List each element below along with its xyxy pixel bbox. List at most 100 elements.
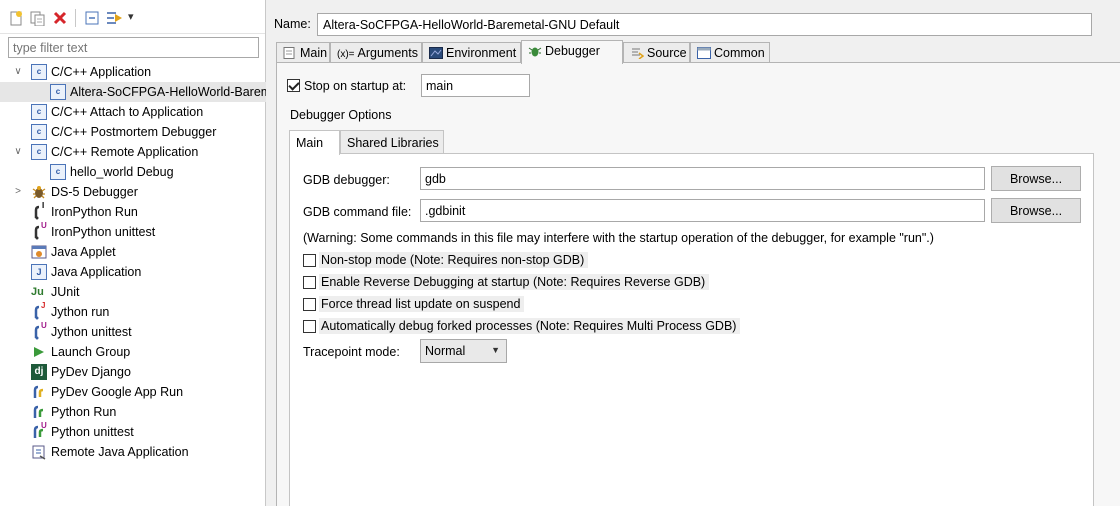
- force-thread-update-checkbox[interactable]: [303, 298, 316, 311]
- tab-debugger[interactable]: Debugger: [521, 40, 623, 64]
- tracepoint-mode-label: Tracepoint mode:: [303, 345, 400, 359]
- superscript-i: I: [42, 202, 45, 210]
- ironpython-icon: I: [31, 202, 47, 220]
- tab-common[interactable]: Common: [690, 42, 770, 63]
- tree-item-python-run[interactable]: Python Run: [0, 402, 266, 422]
- new-config-icon[interactable]: [8, 10, 24, 26]
- delete-icon[interactable]: [52, 10, 68, 26]
- stop-on-startup-label: Stop on startup at:: [304, 79, 407, 93]
- python-icon: [31, 404, 47, 420]
- launch-config-editor: Name: Main (x)=Arguments Environment Deb…: [267, 0, 1120, 506]
- launch-config-tree: ∨ c C/C++ Application c Altera-SoCFPGA-H…: [0, 62, 266, 462]
- tree-item-label: C/C++ Attach to Application: [51, 105, 204, 119]
- view-menu-chevron-icon[interactable]: ▾: [128, 10, 134, 23]
- tree-item-cpp-postmortem[interactable]: c C/C++ Postmortem Debugger: [0, 122, 266, 142]
- tree-item-python-unittest[interactable]: U Python unittest: [0, 422, 266, 442]
- django-icon: dj: [31, 364, 47, 380]
- tree-item-ds5-debugger[interactable]: > DS-5 Debugger: [0, 182, 266, 202]
- tree-item-label: PyDev Google App Run: [51, 385, 184, 399]
- bug-icon: [31, 184, 47, 200]
- tree-item-label: Python Run: [51, 405, 117, 419]
- tab-main[interactable]: Main: [276, 42, 330, 63]
- tab-arguments[interactable]: (x)= Arguments: [330, 42, 422, 63]
- python-unittest-icon: U: [31, 422, 47, 440]
- tree-item-java-applet[interactable]: Java Applet: [0, 242, 266, 262]
- inner-tab-shared-libraries[interactable]: Shared Libraries: [340, 130, 444, 154]
- reverse-debugging-checkbox[interactable]: [303, 276, 316, 289]
- c-icon: c: [31, 104, 47, 120]
- toolbar-separator: [75, 9, 76, 27]
- tree-item-java-application[interactable]: J Java Application: [0, 262, 266, 282]
- tree-item-label: JUnit: [51, 285, 80, 299]
- tree-item-label: hello_world Debug: [70, 165, 174, 179]
- c-icon: c: [31, 124, 47, 140]
- arguments-icon: (x)=: [337, 49, 355, 60]
- inner-tab-main[interactable]: Main: [289, 130, 340, 155]
- tab-label: Arguments: [357, 46, 418, 60]
- tree-item-jython-unittest[interactable]: U Jython unittest: [0, 322, 266, 342]
- tree-item-ironpython-unittest[interactable]: U IronPython unittest: [0, 222, 266, 242]
- debug-forked-processes-checkbox[interactable]: [303, 320, 316, 333]
- environment-icon: [429, 47, 443, 59]
- force-thread-update-label: Force thread list update on suspend: [319, 296, 525, 312]
- duplicate-icon[interactable]: [29, 10, 45, 27]
- tab-label: Source: [647, 46, 687, 60]
- config-name-input[interactable]: [317, 13, 1092, 36]
- tree-item-junit[interactable]: Ju JUnit: [0, 282, 266, 302]
- debugger-icon: [528, 45, 542, 57]
- tab-label: Main: [300, 46, 328, 60]
- tree-item-label: C/C++ Remote Application: [51, 145, 199, 159]
- collapsed-chevron-icon[interactable]: >: [12, 185, 24, 199]
- tree-item-label: DS-5 Debugger: [51, 185, 138, 199]
- tree-item-pydev-google-app[interactable]: PyDev Google App Run: [0, 382, 266, 402]
- stop-on-startup-checkbox[interactable]: [287, 79, 300, 92]
- superscript-u: U: [41, 422, 47, 430]
- tab-environment[interactable]: Environment: [422, 42, 521, 63]
- superscript-u: U: [41, 322, 47, 330]
- common-icon: [697, 47, 711, 59]
- config-tabs: Main (x)= Arguments Environment Debugger …: [276, 40, 1120, 64]
- jython-unittest-icon: U: [31, 322, 47, 340]
- gdb-command-file-browse-button[interactable]: Browse...: [991, 198, 1081, 223]
- stop-on-startup-input[interactable]: [421, 74, 530, 97]
- c-icon: c: [50, 164, 66, 180]
- gdb-command-file-input[interactable]: [420, 199, 985, 222]
- tree-item-ironpython-run[interactable]: I IronPython Run: [0, 202, 266, 222]
- tree-item-label: Python unittest: [51, 425, 134, 439]
- tracepoint-mode-value: Normal: [425, 344, 466, 358]
- expand-chevron-icon[interactable]: ∨: [12, 145, 24, 159]
- tree-item-launch-group[interactable]: Launch Group: [0, 342, 266, 362]
- tree-item-cpp-attach[interactable]: c C/C++ Attach to Application: [0, 102, 266, 122]
- gdb-command-file-label: GDB command file:: [303, 205, 412, 219]
- tracepoint-mode-select[interactable]: Normal ▼: [420, 339, 507, 363]
- collapse-all-icon[interactable]: [84, 10, 100, 26]
- tree-item-cpp-remote[interactable]: ∨ c C/C++ Remote Application: [0, 142, 266, 162]
- launch-config-sidebar: ▾ ∨ c C/C++ Application c Altera-SoCFPGA…: [0, 0, 266, 506]
- debug-forked-processes-label: Automatically debug forked processes (No…: [319, 318, 741, 334]
- non-stop-mode-label: Non-stop mode (Note: Requires non-stop G…: [319, 252, 589, 268]
- superscript-j: J: [41, 302, 46, 310]
- tree-item-hello-world-debug[interactable]: c hello_world Debug: [0, 162, 266, 182]
- gdb-debugger-browse-button[interactable]: Browse...: [991, 166, 1081, 191]
- gdb-debugger-label: GDB debugger:: [303, 173, 390, 187]
- ironpython-unittest-icon: U: [31, 222, 47, 240]
- tree-item-cpp-application[interactable]: ∨ c C/C++ Application: [0, 62, 266, 82]
- superscript-u: U: [41, 222, 47, 230]
- reverse-debugging-label: Enable Reverse Debugging at startup (Not…: [319, 274, 710, 290]
- tree-item-jython-run[interactable]: J Jython run: [0, 302, 266, 322]
- tree-item-altera-hello-world[interactable]: c Altera-SoCFPGA-HelloWorld-Baremetal-GN…: [0, 82, 266, 102]
- tab-label: Common: [714, 46, 765, 60]
- tab-label: Environment: [446, 46, 517, 60]
- non-stop-mode-checkbox[interactable]: [303, 254, 316, 267]
- main-tab-icon: [283, 47, 297, 59]
- expand-chevron-icon[interactable]: ∨: [12, 65, 24, 79]
- launch-group-icon: [31, 344, 47, 360]
- gdb-debugger-input[interactable]: [420, 167, 985, 190]
- tree-item-label: Altera-SoCFPGA-HelloWorld-Baremetal-GNU …: [70, 85, 266, 99]
- tree-item-remote-java[interactable]: Remote Java Application: [0, 442, 266, 462]
- filter-input[interactable]: [8, 37, 259, 58]
- tab-source[interactable]: Source: [623, 42, 690, 63]
- c-icon: c: [31, 64, 47, 80]
- tree-item-pydev-django[interactable]: dj PyDev Django: [0, 362, 266, 382]
- filter-icon[interactable]: [106, 10, 122, 26]
